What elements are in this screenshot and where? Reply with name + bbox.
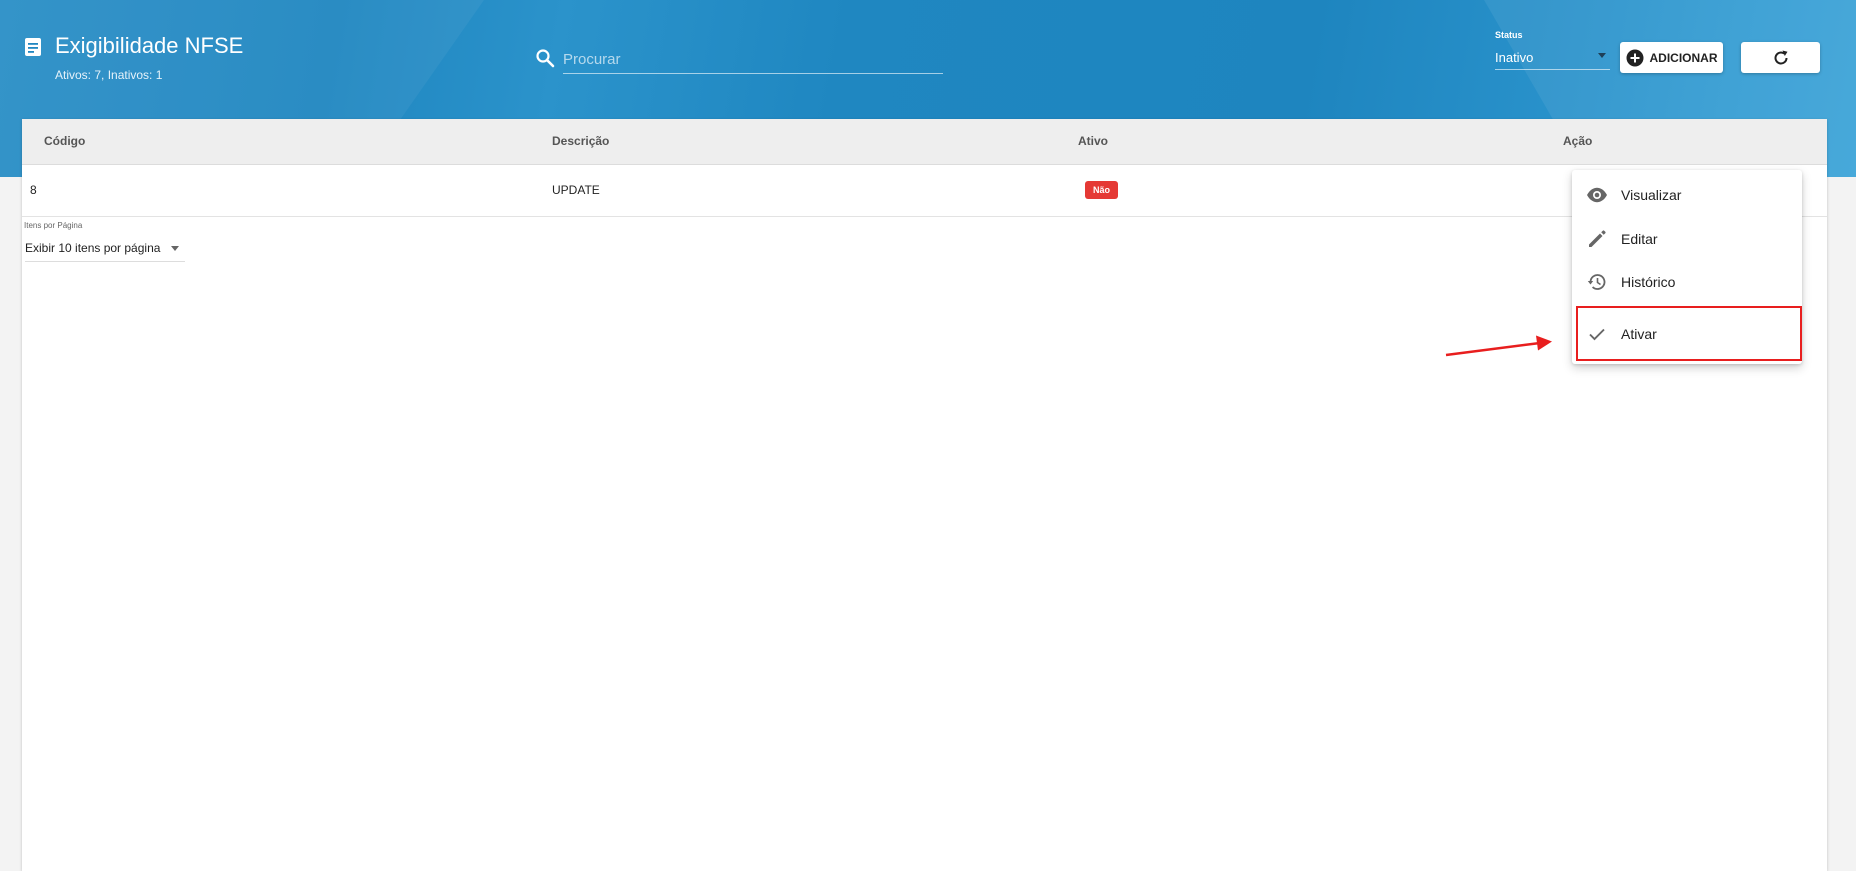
cell-codigo: 8 [30, 183, 37, 197]
menu-item-label: Histórico [1621, 274, 1676, 290]
column-header-acao: Ação [1563, 134, 1593, 148]
eye-icon [1587, 187, 1607, 203]
check-icon [1589, 328, 1605, 341]
add-button[interactable]: ADICIONAR [1620, 42, 1723, 73]
refresh-button[interactable] [1741, 42, 1820, 73]
annotation-arrow-icon [1445, 335, 1552, 357]
cell-descricao: UPDATE [552, 183, 600, 197]
history-icon [1587, 274, 1606, 290]
page-title: Exigibilidade NFSE [55, 33, 244, 58]
status-select[interactable]: Status Inativo [1495, 30, 1610, 70]
status-badge: Não [1085, 181, 1119, 199]
column-header-ativo[interactable]: Ativo [1078, 134, 1108, 148]
document-list-icon [25, 38, 41, 56]
data-table-card: Código Descrição Ativo Ação 8 UPDATE Não… [22, 119, 1827, 871]
page-subtitle: Ativos: 7, Inativos: 1 [55, 68, 163, 82]
plus-circle-icon [1626, 49, 1643, 66]
action-menu: Visualizar Editar Histórico Ativar [1572, 170, 1802, 364]
menu-item-visualizar[interactable]: Visualizar [1572, 175, 1802, 215]
search-icon [536, 49, 555, 68]
pagination-label: Itens por Página [24, 221, 83, 230]
table-header: Código Descrição Ativo Ação [22, 119, 1827, 165]
menu-item-editar[interactable]: Editar [1572, 219, 1802, 259]
items-per-page-select[interactable]: Exibir 10 itens por página [25, 235, 185, 262]
table-row[interactable]: 8 UPDATE Não [22, 165, 1827, 217]
menu-item-label: Editar [1621, 231, 1658, 247]
menu-item-label: Ativar [1621, 326, 1657, 342]
add-button-label: ADICIONAR [1649, 50, 1718, 65]
caret-down-icon [171, 246, 179, 251]
caret-down-icon [1598, 53, 1606, 58]
menu-item-ativar[interactable]: Ativar [1572, 314, 1802, 354]
status-label: Status [1495, 30, 1523, 40]
column-header-codigo[interactable]: Código [44, 134, 85, 148]
search-input[interactable] [563, 45, 943, 74]
pencil-icon [1589, 230, 1606, 247]
search-bar [535, 45, 945, 77]
items-per-page-value: Exibir 10 itens por página [25, 241, 161, 255]
status-underline [1495, 69, 1610, 70]
menu-item-label: Visualizar [1621, 187, 1682, 203]
refresh-icon [1774, 50, 1787, 64]
status-value: Inativo [1495, 50, 1534, 65]
menu-item-historico[interactable]: Histórico [1572, 262, 1802, 302]
column-header-descricao[interactable]: Descrição [552, 134, 609, 148]
